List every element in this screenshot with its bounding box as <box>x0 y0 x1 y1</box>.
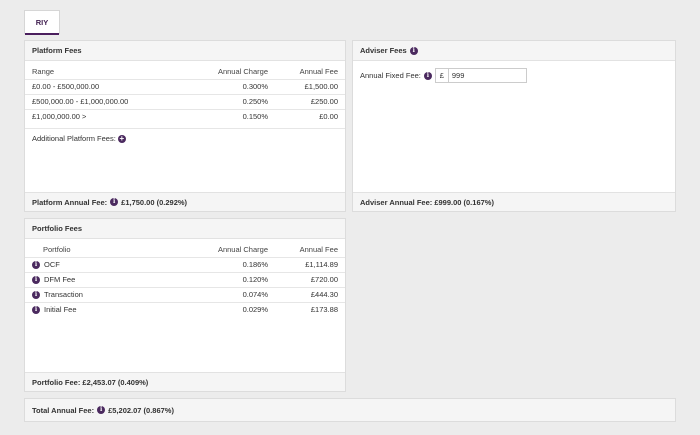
additional-platform-fees-label: Additional Platform Fees: <box>32 134 116 143</box>
total-annual-fee-label: Total Annual Fee: <box>32 405 95 415</box>
info-icon[interactable]: i <box>110 198 119 206</box>
platform-fees-panel: Platform Fees Range Annual Charge Annual… <box>24 40 346 212</box>
plus-circle-icon[interactable]: + <box>117 134 126 143</box>
platform-annual-fee-label: Platform Annual Fee: <box>32 197 108 207</box>
adviser-fees-header: Adviser Fees i <box>353 41 675 61</box>
column-header-portfolio: Portfolio <box>43 244 71 254</box>
charge-cell: 0.120% <box>180 271 275 287</box>
fee-cell: £1,114.89 <box>275 256 345 272</box>
portfolio-name: Transaction <box>44 290 83 299</box>
info-icon[interactable]: i <box>97 406 106 414</box>
range-cell: £0.00 - £500,000.00 <box>25 78 180 94</box>
table-header: Range Annual Charge Annual Fee <box>25 64 345 79</box>
portfolio-name-cell: i Initial Fee <box>25 301 180 317</box>
charge-cell: 0.029% <box>180 301 275 317</box>
fee-cell: £1,500.00 <box>275 78 345 94</box>
platform-fees-table: Range Annual Charge Annual Fee £0.00 - £… <box>25 64 345 124</box>
annual-fixed-fee-input[interactable] <box>447 68 527 83</box>
table-row: i Transaction 0.074% £444.30 <box>25 286 345 302</box>
info-icon[interactable]: i <box>409 46 418 55</box>
info-icon[interactable]: i <box>32 260 40 269</box>
divider: Additional Platform Fees: + <box>25 128 345 143</box>
portfolio-name: Initial Fee <box>44 305 77 315</box>
charge-cell: 0.250% <box>180 93 275 109</box>
fee-cell: £250.00 <box>275 93 345 109</box>
fee-cell: £720.00 <box>275 271 345 287</box>
adviser-annual-fee-footer: Adviser Annual Fee: £999.00 (0.167%) <box>353 192 675 211</box>
platform-annual-fee-value: £1,750.00 (0.292%) <box>121 197 188 207</box>
adviser-fees-panel: Adviser Fees i Annual Fixed Fee: i £ Adv… <box>352 40 676 212</box>
platform-fees-title: Platform Fees <box>25 41 345 61</box>
portfolio-fees-table: Portfolio Annual Charge Annual Fee i OCF … <box>25 242 345 317</box>
fee-cell: £444.30 <box>275 286 345 302</box>
portfolio-name: DFM Fee <box>44 275 76 284</box>
table-row: i OCF 0.186% £1,114.89 <box>25 256 345 272</box>
annual-fixed-fee-label: Annual Fixed Fee: <box>360 71 421 80</box>
charge-cell: 0.150% <box>180 108 275 124</box>
table-row: £500,000.00 - £1,000,000.00 0.250% £250.… <box>25 93 345 109</box>
tab-riy[interactable]: RIY <box>24 10 60 35</box>
range-cell: £1,000,000.00 > <box>25 108 180 124</box>
currency-prefix: £ <box>434 68 448 83</box>
column-header-annual-fee: Annual Fee <box>299 66 338 76</box>
table-row: £1,000,000.00 > 0.150% £0.00 <box>25 108 345 124</box>
tab-bar: RIY <box>24 10 60 35</box>
adviser-fees-title: Adviser Fees <box>360 45 407 55</box>
portfolio-name: OCF <box>44 260 60 269</box>
info-icon[interactable]: i <box>32 275 40 284</box>
fee-cell: £173.88 <box>275 301 345 317</box>
info-icon[interactable]: i <box>32 290 40 299</box>
total-annual-fee-bar: Total Annual Fee: i £5,202.07 (0.867%) <box>24 398 676 422</box>
charge-cell: 0.186% <box>180 256 275 272</box>
column-header-annual-charge: Annual Charge <box>217 244 268 254</box>
info-icon[interactable]: i <box>32 305 40 314</box>
column-header-annual-charge: Annual Charge <box>217 66 268 76</box>
platform-annual-fee-footer: Platform Annual Fee: i £1,750.00 (0.292%… <box>25 192 345 211</box>
column-header-annual-fee: Annual Fee <box>299 244 338 254</box>
portfolio-name-cell: i DFM Fee <box>25 271 180 287</box>
table-row: £0.00 - £500,000.00 0.300% £1,500.00 <box>25 78 345 94</box>
table-row: i DFM Fee 0.120% £720.00 <box>25 271 345 287</box>
portfolio-name-cell: i Transaction <box>25 286 180 302</box>
table-row: i Initial Fee 0.029% £173.88 <box>25 301 345 317</box>
total-annual-fee-value: £5,202.07 (0.867%) <box>108 405 174 415</box>
range-cell: £500,000.00 - £1,000,000.00 <box>25 93 180 109</box>
portfolio-fees-panel: Portfolio Fees Portfolio Annual Charge A… <box>24 218 346 392</box>
charge-cell: 0.074% <box>180 286 275 302</box>
charge-cell: 0.300% <box>180 78 275 94</box>
info-icon[interactable]: i <box>423 71 432 80</box>
table-header: Portfolio Annual Charge Annual Fee <box>25 242 345 257</box>
portfolio-fees-title: Portfolio Fees <box>25 219 345 239</box>
portfolio-fee-footer: Portfolio Fee: £2,453.07 (0.409%) <box>25 372 345 391</box>
portfolio-name-cell: i OCF <box>25 256 180 272</box>
column-header-range: Range <box>32 66 55 76</box>
annual-fixed-fee-row: Annual Fixed Fee: i £ <box>353 61 675 83</box>
fee-cell: £0.00 <box>275 108 345 124</box>
